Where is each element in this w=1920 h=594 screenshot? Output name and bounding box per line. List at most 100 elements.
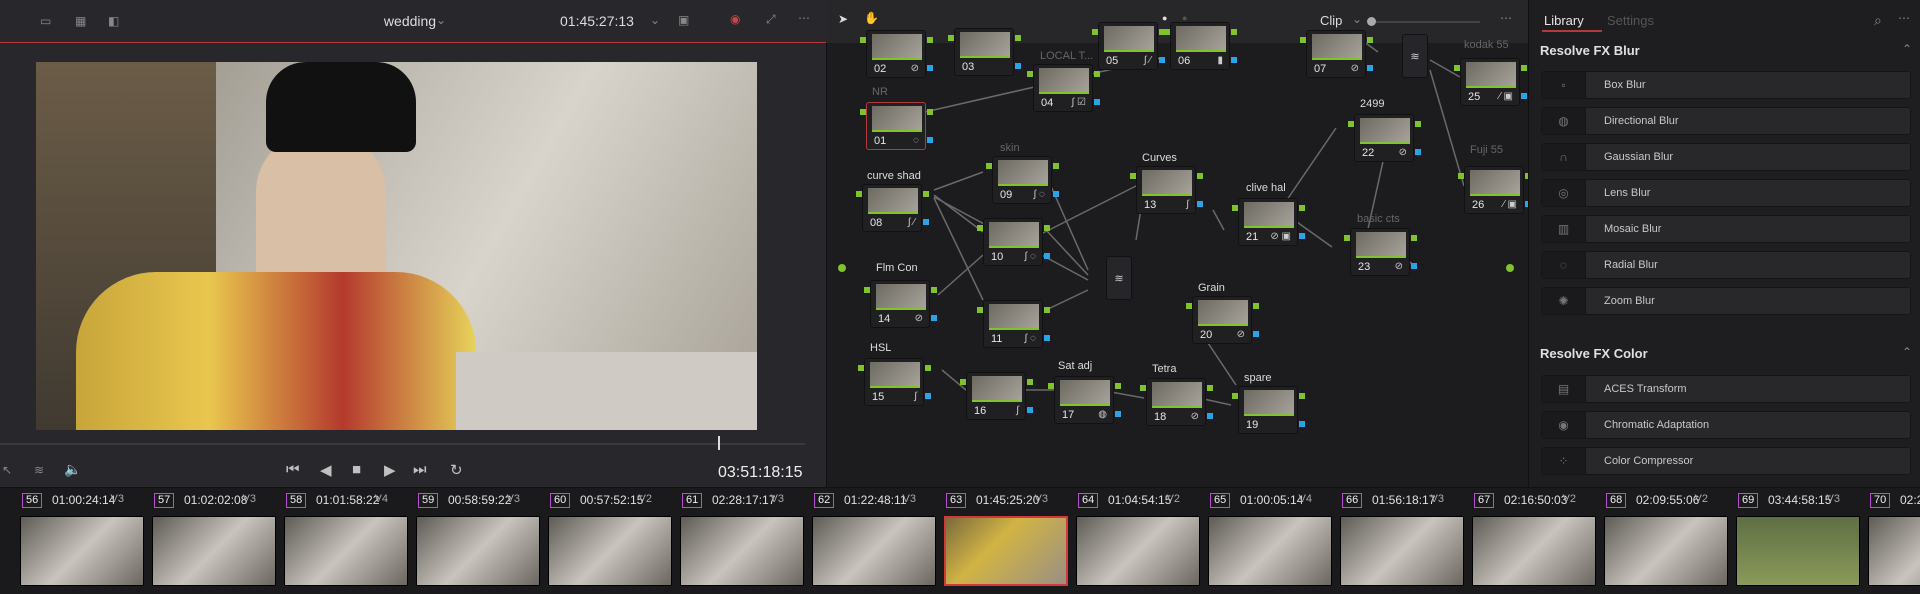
input-pin[interactable]	[1300, 37, 1306, 43]
output-pin[interactable]	[927, 109, 933, 115]
alpha-output-pin[interactable]	[1207, 413, 1213, 419]
node-16[interactable]: 16 ∫	[960, 372, 1033, 420]
alpha-output-pin[interactable]	[1367, 65, 1373, 71]
layer-mixer-node[interactable]: ≋	[1106, 256, 1132, 300]
input-pin[interactable]	[1164, 29, 1170, 35]
fx-item[interactable]: ◎ Lens Blur	[1541, 179, 1911, 207]
output-pin[interactable]	[927, 37, 933, 43]
output-pin[interactable]	[1299, 205, 1305, 211]
node-10[interactable]: 10 ∫ ◌	[977, 218, 1050, 266]
play-icon[interactable]: ▶	[384, 461, 396, 479]
timeline-clip[interactable]: 57 01:02:02:08 V3	[132, 487, 276, 594]
timeline-clip[interactable]: 65 01:00:05:14 V4	[1188, 487, 1332, 594]
fx-item[interactable]: ◍ Directional Blur	[1541, 107, 1911, 135]
layers-icon[interactable]: ≋	[34, 463, 44, 477]
alpha-output-pin[interactable]	[1044, 335, 1050, 341]
play-reverse-icon[interactable]: ◀	[320, 461, 332, 479]
alpha-output-pin[interactable]	[1197, 201, 1203, 207]
scrub-bar[interactable]	[0, 443, 805, 445]
input-pin[interactable]	[1454, 65, 1460, 71]
input-pin[interactable]	[1232, 205, 1238, 211]
input-pin[interactable]	[1027, 71, 1033, 77]
node-19[interactable]: 19	[1232, 386, 1305, 434]
alpha-output-pin[interactable]	[1115, 411, 1121, 417]
alpha-output-pin[interactable]	[931, 315, 937, 321]
alpha-output-pin[interactable]	[1253, 331, 1259, 337]
input-pin[interactable]	[1344, 235, 1350, 241]
output-pin[interactable]	[1231, 29, 1237, 35]
output-pin[interactable]	[1207, 385, 1213, 391]
node-25[interactable]: 25 ⁄ ▣	[1454, 58, 1527, 106]
output-pin[interactable]	[1415, 121, 1421, 127]
timeline-clip[interactable]: 59 00:58:59:22 V3	[396, 487, 540, 594]
chevron-up-icon[interactable]: ⌃	[1902, 345, 1912, 359]
project-name[interactable]: wedding	[340, 13, 480, 29]
layer-mixer-node[interactable]: ≋	[1402, 34, 1428, 78]
output-pin[interactable]	[1253, 303, 1259, 309]
fx-item[interactable]: ▤ ACES Transform	[1541, 375, 1911, 403]
more-options-icon[interactable]: ⋯	[1898, 11, 1910, 25]
search-icon[interactable]: ⌕	[1874, 12, 1882, 29]
output-pin[interactable]	[1367, 37, 1373, 43]
output-pin[interactable]	[1506, 264, 1514, 272]
output-pin[interactable]	[1521, 65, 1527, 71]
timeline-clip[interactable]: 67 02:16:50:03 V2	[1452, 487, 1596, 594]
timeline-clip-current[interactable]: 63 01:45:25:20 V3	[924, 487, 1068, 594]
alpha-output-pin[interactable]	[923, 219, 929, 225]
timeline-clip[interactable]: 69 03:44:58:15 V3	[1716, 487, 1860, 594]
output-pin[interactable]	[1053, 163, 1059, 169]
input-pin[interactable]	[1348, 121, 1354, 127]
timeline-clip[interactable]: 56 01:00:24:14 V3	[0, 487, 144, 594]
timeline-clip[interactable]: 58 01:01:58:22 V4	[264, 487, 408, 594]
node-21[interactable]: 21 ⊘ ▣	[1232, 198, 1305, 246]
alpha-output-pin[interactable]	[1231, 57, 1237, 63]
input-pin[interactable]	[977, 225, 983, 231]
output-pin[interactable]	[1027, 379, 1033, 385]
fx-item[interactable]: ▫ Box Blur	[1541, 71, 1911, 99]
timeline-clip[interactable]: 61 02:28:17:17 V3	[660, 487, 804, 594]
output-pin[interactable]	[1044, 307, 1050, 313]
input-pin[interactable]	[986, 163, 992, 169]
color-picker-icon[interactable]: ◉	[730, 12, 740, 26]
input-pin[interactable]	[1140, 385, 1146, 391]
input-pin[interactable]	[864, 287, 870, 293]
playhead[interactable]	[718, 436, 720, 450]
timeline-clip[interactable]: 62 01:22:48:11 V3	[792, 487, 936, 594]
timeline-clip[interactable]: 60 00:57:52:15 V2	[528, 487, 672, 594]
jump-end-icon[interactable]: ⏭	[413, 461, 427, 478]
output-pin[interactable]	[1411, 235, 1417, 241]
node-09[interactable]: 09 ∫ ◌	[986, 156, 1059, 204]
input-pin[interactable]	[977, 307, 983, 313]
fx-item[interactable]: ◌ Radial Blur	[1541, 251, 1911, 279]
node-08[interactable]: 08 ∫ ⁄	[856, 184, 929, 232]
node-20[interactable]: 20 ⊘	[1186, 296, 1259, 344]
alpha-output-pin[interactable]	[925, 393, 931, 399]
node-06[interactable]: 06 ▮	[1164, 22, 1237, 70]
output-pin[interactable]	[1015, 35, 1021, 41]
output-pin[interactable]	[925, 365, 931, 371]
input-pin[interactable]	[838, 264, 846, 272]
input-pin[interactable]	[1232, 393, 1238, 399]
input-pin[interactable]	[1048, 383, 1054, 389]
timeline-clip[interactable]: 64 01:04:54:15 V2	[1056, 487, 1200, 594]
alpha-output-pin[interactable]	[927, 137, 933, 143]
chevron-up-icon[interactable]: ⌃	[1902, 42, 1912, 56]
input-pin[interactable]	[858, 365, 864, 371]
node-07[interactable]: 07 ⊘	[1300, 30, 1373, 78]
alpha-output-pin[interactable]	[1044, 253, 1050, 259]
alpha-output-pin[interactable]	[1015, 63, 1021, 69]
layout-single-icon[interactable]: ▭	[40, 14, 51, 28]
volume-icon[interactable]: 🔈	[64, 461, 81, 478]
alpha-output-pin[interactable]	[1521, 93, 1527, 99]
loop-icon[interactable]: ↻	[450, 461, 463, 479]
input-pin[interactable]	[860, 109, 866, 115]
input-pin[interactable]	[860, 37, 866, 43]
alpha-output-pin[interactable]	[1299, 233, 1305, 239]
node-01[interactable]: 01 ◌	[860, 102, 933, 150]
monitor-icon[interactable]: ▣	[678, 13, 689, 27]
timeline-clip[interactable]: 68 02:09:55:06 V2	[1584, 487, 1728, 594]
alpha-output-pin[interactable]	[1415, 149, 1421, 155]
node-04[interactable]: 04 ∫ ☑	[1027, 64, 1100, 112]
node-03[interactable]: 03	[948, 28, 1021, 76]
alpha-output-pin[interactable]	[1094, 99, 1100, 105]
